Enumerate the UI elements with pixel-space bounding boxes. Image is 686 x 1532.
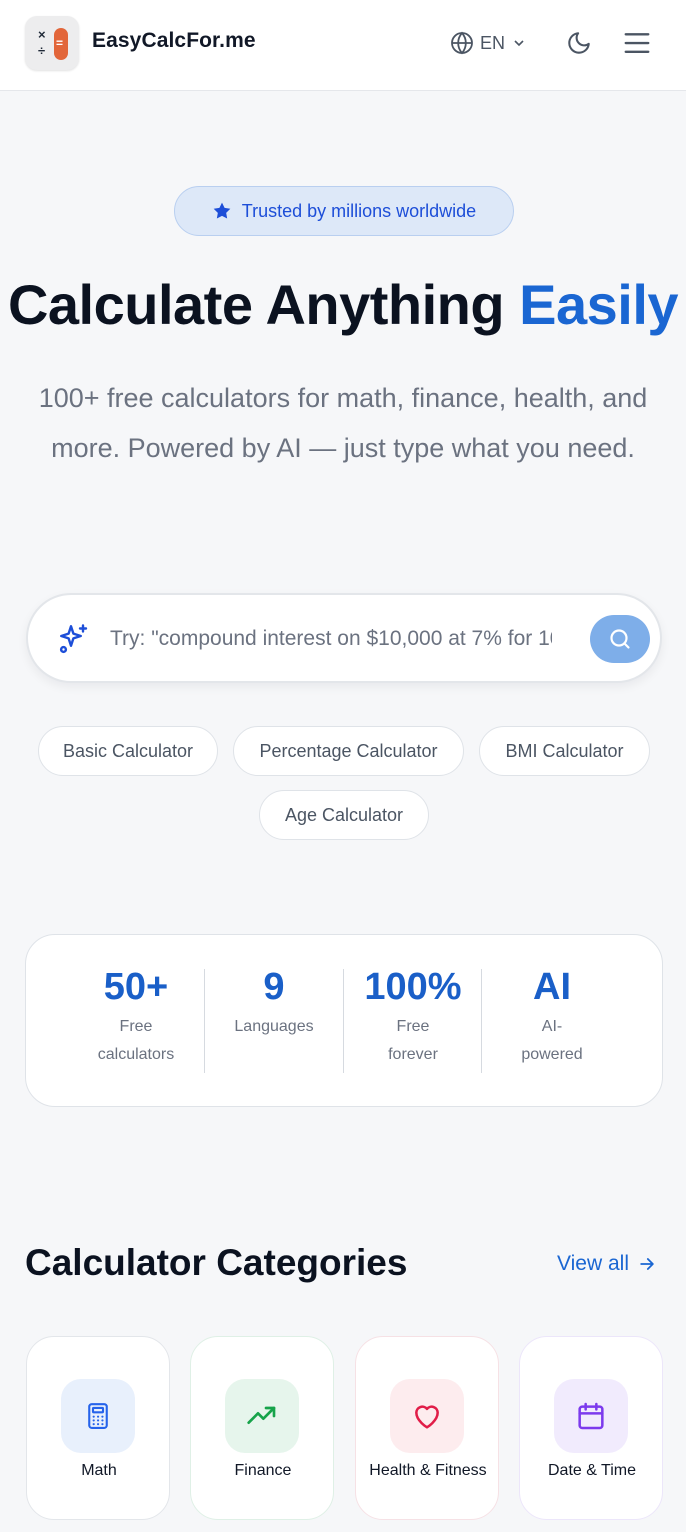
search-icon <box>610 629 630 649</box>
top-header: × ÷ = EasyCalcFor.me EN <box>0 0 686 91</box>
brand-name[interactable]: EasyCalcFor.me <box>92 29 256 53</box>
stat-label: Languages <box>234 1018 314 1035</box>
stat-label: AI- <box>541 1018 563 1035</box>
search-input[interactable] <box>110 619 552 659</box>
sparkles-icon <box>59 624 88 654</box>
calculator-icon <box>61 1379 135 1453</box>
category-card-finance[interactable]: Finance <box>190 1336 334 1520</box>
stat-value: 9 <box>263 966 285 1008</box>
language-code: EN <box>480 32 506 53</box>
hero-title-accent: Easily <box>519 273 679 336</box>
ai-search-bar <box>26 593 662 683</box>
calculator-logo-icon[interactable]: × ÷ = <box>25 16 79 70</box>
hero-title-main: Calculate Anything <box>7 273 505 336</box>
calendar-icon <box>554 1379 628 1453</box>
hero-subtitle: 100+ free calculators for math, finance,… <box>38 383 648 463</box>
chevron-down-icon <box>514 40 524 47</box>
stats-card: 50+ Free calculators 9 Languages 100% Fr… <box>25 934 663 1107</box>
category-card-date-time[interactable]: Date & Time <box>519 1336 663 1520</box>
arrow-right-icon <box>640 1258 654 1270</box>
category-name: Math <box>81 1462 117 1479</box>
category-card-math[interactable]: Math <box>26 1336 170 1520</box>
category-name: Finance <box>234 1462 292 1479</box>
category-name: Date & Time <box>547 1462 637 1479</box>
category-name: Health & Fitness <box>369 1462 487 1479</box>
hero-title: Calculate Anything Easily <box>0 270 686 340</box>
categories-title: Calculator Categories <box>25 1242 408 1283</box>
stat-label: powered <box>521 1046 583 1063</box>
stat-label: calculators <box>97 1046 175 1063</box>
stat-label: forever <box>388 1046 438 1063</box>
trust-badge: Trusted by millions worldwide <box>174 186 514 236</box>
chip-age-calculator[interactable]: Age Calculator <box>259 790 429 840</box>
stat-free: 100% Free forever <box>343 963 483 1069</box>
view-all-label: View all <box>557 1252 629 1275</box>
menu-icon[interactable] <box>622 28 652 58</box>
stat-value: AI <box>533 966 571 1008</box>
chip-percentage-calculator[interactable]: Percentage Calculator <box>233 726 464 776</box>
chip-basic-calculator[interactable]: Basic Calculator <box>38 726 218 776</box>
trust-badge-label: Trusted by millions worldwide <box>241 200 477 221</box>
stat-label: Free <box>119 1018 153 1035</box>
stat-ai: AI AI- powered <box>482 963 622 1069</box>
moon-icon[interactable] <box>566 30 592 56</box>
globe-icon <box>451 31 473 55</box>
stat-value: 50+ <box>103 966 169 1008</box>
stat-label: Free <box>396 1018 430 1035</box>
heart-icon <box>390 1379 464 1453</box>
stat-languages: 9 Languages <box>204 963 344 1041</box>
language-selector[interactable]: EN <box>450 30 527 56</box>
category-card-health-fitness[interactable]: Health & Fitness <box>355 1336 499 1520</box>
stat-calculators: 50+ Free calculators <box>66 963 206 1069</box>
stat-value: 100% <box>364 966 462 1008</box>
star-icon <box>213 202 231 219</box>
view-all-link[interactable]: View all <box>557 1252 657 1276</box>
chip-bmi-calculator[interactable]: BMI Calculator <box>479 726 650 776</box>
search-button[interactable] <box>590 615 650 663</box>
trending-up-icon <box>225 1379 299 1453</box>
